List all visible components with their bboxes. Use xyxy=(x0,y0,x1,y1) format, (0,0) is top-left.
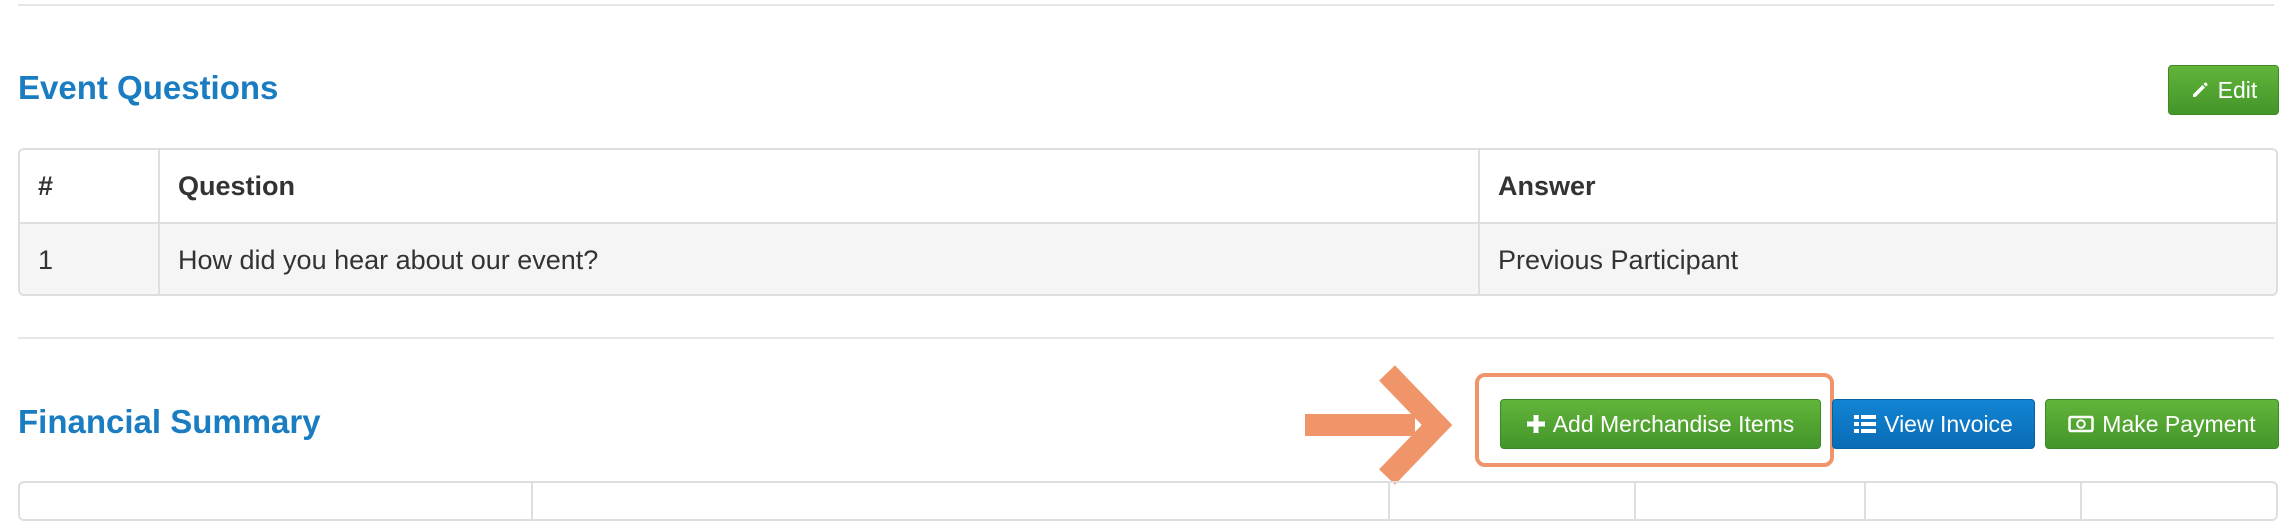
plus-icon xyxy=(1526,415,1545,433)
money-icon xyxy=(2068,415,2095,433)
divider-middle xyxy=(18,337,2274,339)
column-header-number: # xyxy=(20,150,160,222)
table-column-divider xyxy=(1388,483,1390,519)
row-number: 1 xyxy=(20,224,160,294)
make-payment-label: Make Payment xyxy=(2102,410,2256,437)
table-column-divider xyxy=(1864,483,1866,519)
column-header-answer: Answer xyxy=(1498,170,1596,201)
list-icon xyxy=(1854,414,1877,434)
financial-summary-table xyxy=(18,481,2278,521)
financial-summary-title: Financial Summary xyxy=(18,403,321,440)
table-header-row: # Question Answer xyxy=(20,150,2276,224)
edit-button-label: Edit xyxy=(2217,76,2258,103)
table-column-divider xyxy=(531,483,533,519)
add-merchandise-button[interactable]: Add Merchandise Items xyxy=(1500,399,1821,449)
view-invoice-button[interactable]: View Invoice xyxy=(1832,399,2035,449)
arrow-right-icon xyxy=(1305,365,1455,490)
make-payment-button[interactable]: Make Payment xyxy=(2045,399,2279,449)
event-questions-table: # Question Answer 1 How did you hear abo… xyxy=(18,148,2278,296)
view-invoice-label: View Invoice xyxy=(1884,410,2013,437)
column-header-question: Question xyxy=(160,150,1480,222)
divider-top xyxy=(18,4,2274,6)
row-answer: Previous Participant xyxy=(1498,244,1739,275)
edit-button[interactable]: Edit xyxy=(2168,65,2279,115)
row-question: How did you hear about our event? xyxy=(160,224,1480,294)
pencil-icon xyxy=(2190,80,2210,100)
add-merchandise-label: Add Merchandise Items xyxy=(1552,410,1795,437)
table-column-divider xyxy=(2080,483,2082,519)
event-questions-title: Event Questions xyxy=(18,69,279,106)
table-column-divider xyxy=(1634,483,1636,519)
table-row: 1 How did you hear about our event? Prev… xyxy=(20,224,2276,294)
